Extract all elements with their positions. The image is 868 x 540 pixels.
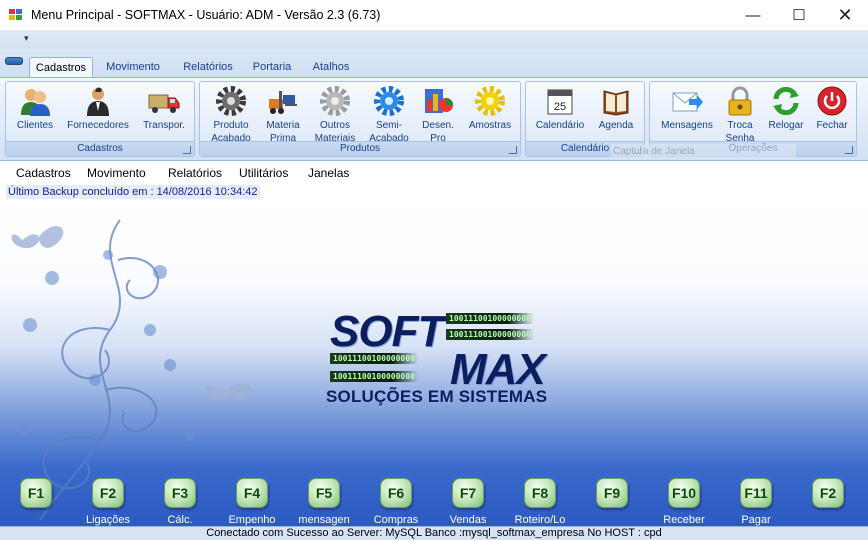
design-chart-icon [422, 85, 454, 117]
menu-cadastros[interactable]: Cadastros [16, 166, 71, 180]
title-bar: Menu Principal - SOFTMAX - Usuário: ADM … [0, 0, 868, 31]
menu-utilitarios[interactable]: Utilitários [239, 166, 288, 180]
supplier-person-icon [82, 85, 114, 117]
logo-tagline: SOLUÇÕES EM SISTEMAS [326, 387, 548, 406]
menu-relatorios[interactable]: Relatórios [168, 166, 222, 180]
fkey-f8-button[interactable]: F8 [524, 478, 556, 508]
quick-access-toolbar: ▾ [0, 31, 868, 49]
gear-grey-icon [319, 85, 351, 117]
agenda-button[interactable]: Agenda [592, 85, 640, 132]
fkey-f4-label: Empenho [228, 514, 276, 526]
calendario-button[interactable]: 25 Calendário [532, 85, 588, 132]
fechar-button[interactable]: Fechar [810, 85, 854, 132]
app-icon[interactable] [9, 9, 23, 21]
agenda-book-icon [600, 85, 632, 117]
transportadoras-button[interactable]: Transpor. [138, 85, 190, 132]
group-title-cadastros: Cadastros [6, 141, 194, 156]
menu-strip: Cadastros Movimento Relatórios Utilitári… [0, 162, 868, 184]
amostras-button[interactable]: Amostras [464, 85, 516, 132]
fkey-f11-label: Pagar [741, 514, 771, 526]
calendar-day-text: 25 [554, 101, 566, 113]
menu-movimento[interactable]: Movimento [87, 166, 146, 180]
logo-word-soft: SOFT [330, 307, 444, 356]
menu-janelas[interactable]: Janelas [308, 166, 349, 180]
fkey-f11-button[interactable]: F11 [740, 478, 772, 508]
fkey-f8-label: Roteiro/Lo [514, 514, 566, 526]
fkey-f5-button[interactable]: F5 [308, 478, 340, 508]
ghost-tooltip: Captura de Janela [611, 144, 796, 159]
tab-movimento[interactable]: Movimento [101, 57, 165, 78]
fornecedores-button[interactable]: Fornecedores [64, 85, 132, 132]
maximize-button[interactable]: ☐ [776, 0, 822, 31]
close-button[interactable]: ✕ [822, 0, 868, 31]
desen-pro-button[interactable]: Desen. Pro [416, 85, 460, 145]
fkey-f2-button[interactable]: F2 [92, 478, 124, 508]
dialog-launcher-icon[interactable] [845, 146, 853, 154]
relogar-button[interactable]: Relogar [764, 85, 808, 132]
forklift-icon [267, 85, 299, 117]
fkey-f7-label: Vendas [449, 514, 487, 526]
dialog-launcher-icon[interactable] [509, 146, 517, 154]
fkey-f5-label: mensagen [298, 514, 350, 526]
window-title: Menu Principal - SOFTMAX - Usuário: ADM … [31, 8, 381, 22]
gear-yellow-icon [474, 85, 506, 117]
fkey-f4-button[interactable]: F4 [236, 478, 268, 508]
fkey-f9-button[interactable]: F9 [596, 478, 628, 508]
clientes-button[interactable]: Clientes [12, 85, 58, 132]
qat-dropdown-icon[interactable]: ▾ [24, 33, 29, 44]
logo-binary-strip: 10011100100000000 [446, 329, 534, 340]
calendar-icon: 25 [544, 85, 576, 117]
tab-portaria[interactable]: Portaria [246, 57, 298, 78]
fkey-f6-label: Compras [373, 514, 419, 526]
group-produtos: Produto Acabado Materia Prima Outros Mat… [199, 81, 521, 157]
truck-icon [148, 85, 180, 117]
materia-prima-button[interactable]: Materia Prima [260, 85, 306, 145]
mensagens-button[interactable]: Mensagens [656, 85, 718, 132]
fkey-f6-button[interactable]: F6 [380, 478, 412, 508]
lock-icon [724, 85, 756, 117]
gear-blue-icon [373, 85, 405, 117]
application-menu-button[interactable] [5, 57, 23, 65]
fkey-f3-button[interactable]: F3 [164, 478, 196, 508]
softmax-logo: SOFT 10011100100000000 10011100100000000… [326, 307, 554, 412]
group-cadastros: Clientes Fornecedores Transpor. Cadastro… [5, 81, 195, 157]
tab-cadastros[interactable]: Cadastros [29, 57, 93, 78]
fkey-f12-button[interactable]: F2 [812, 478, 844, 508]
group-title-produtos: Produtos [200, 141, 520, 156]
tab-atalhos[interactable]: Atalhos [306, 57, 356, 78]
users-icon [19, 85, 51, 117]
fkey-f3-label: Cálc. [167, 514, 193, 526]
status-bar: Conectado com Sucesso ao Server: MySQL B… [0, 526, 868, 540]
troca-senha-button[interactable]: Troca Senha [718, 85, 762, 145]
logo-binary-strip: 10011100100000000 [330, 353, 418, 364]
produto-acabado-button[interactable]: Produto Acabado [204, 85, 258, 145]
fkey-f10-label: Receber [663, 514, 705, 526]
message-arrow-icon [671, 85, 703, 117]
tab-relatorios[interactable]: Relatórios [178, 57, 238, 78]
fkey-f2-label: Ligações [85, 514, 131, 526]
dialog-launcher-icon[interactable] [183, 146, 191, 154]
gear-dark-icon [215, 85, 247, 117]
logo-binary-strip: 10011100100000000 [446, 313, 534, 324]
backup-status-label: Último Backup concluído em : 14/08/2016 … [6, 185, 260, 199]
semi-acabado-button[interactable]: Semi- Acabado [362, 85, 416, 145]
minimize-button[interactable]: — [730, 0, 776, 31]
refresh-icon [770, 85, 802, 117]
ribbon-tab-strip: Cadastros Movimento Relatórios Portaria … [0, 49, 868, 78]
fkey-f10-button[interactable]: F10 [668, 478, 700, 508]
fkey-f1-button[interactable]: F1 [20, 478, 52, 508]
logo-binary-strip: 10011100100000000 [330, 371, 418, 382]
outros-materiais-button[interactable]: Outros Materiais [310, 85, 360, 145]
power-icon [816, 85, 848, 117]
fkey-f7-button[interactable]: F7 [452, 478, 484, 508]
